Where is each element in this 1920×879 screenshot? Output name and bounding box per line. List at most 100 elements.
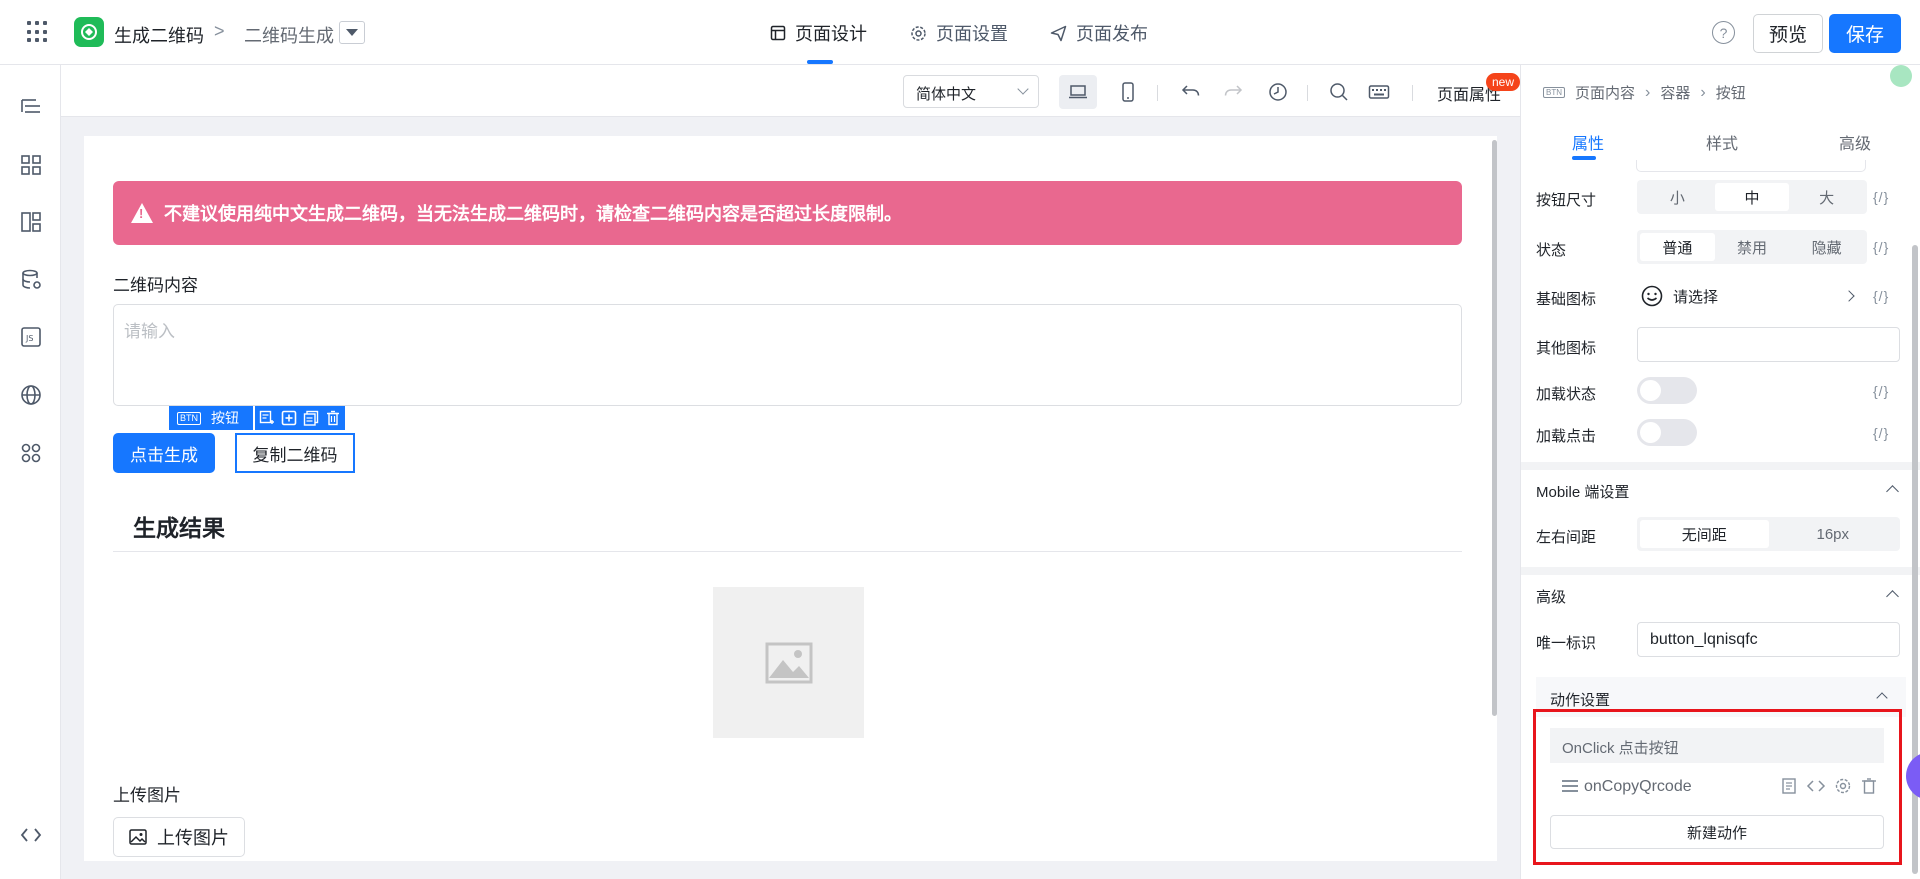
size-option-medium[interactable]: 中 (1714, 183, 1790, 211)
chevron-right-icon (1843, 290, 1855, 302)
tab-style[interactable]: 样式 (1706, 130, 1738, 154)
clipped-field (1636, 160, 1866, 172)
copy-qrcode-button[interactable]: 复制二维码 (235, 433, 355, 473)
size-option-large[interactable]: 大 (1789, 183, 1864, 211)
other-icon-input[interactable] (1637, 327, 1900, 362)
padding-option-none[interactable]: 无间距 (1640, 520, 1769, 548)
desktop-view-button[interactable] (1059, 75, 1097, 109)
delete-icon[interactable] (324, 409, 342, 427)
canvas-scrollbar[interactable] (1492, 140, 1497, 716)
tab-page-settings[interactable]: 页面设置 (910, 20, 1008, 46)
unique-id-input[interactable]: button_lqnisqfc (1637, 622, 1900, 657)
language-select[interactable]: 简体中文 (903, 75, 1039, 108)
page-name[interactable]: 二维码生成 (244, 22, 334, 48)
basic-icon-value: 请选择 (1673, 288, 1719, 306)
js-icon[interactable]: JS (19, 325, 43, 349)
outline-tree-icon[interactable] (19, 95, 43, 119)
tab-label: 页面设置 (936, 24, 1008, 44)
layout-panels-icon[interactable] (19, 210, 43, 234)
divider (1307, 85, 1308, 101)
padding-option-16[interactable]: 16px (1769, 520, 1898, 548)
selection-actions (255, 406, 345, 430)
loading-state-label: 加载状态 (1536, 386, 1597, 403)
undo-icon (1181, 85, 1200, 96)
upload-button-label: 上传图片 (157, 828, 229, 848)
shortcut-button[interactable] (1360, 75, 1398, 109)
expression-toggle[interactable]: {/} (1873, 383, 1889, 399)
size-option-small[interactable]: 小 (1640, 183, 1715, 211)
undo-button[interactable] (1171, 75, 1209, 109)
divider (1157, 85, 1158, 101)
state-label: 状态 (1536, 242, 1567, 259)
mobile-settings-section[interactable]: Mobile 端设置 (1521, 462, 1920, 514)
picture-icon (129, 829, 147, 845)
upload-label: 上传图片 (113, 786, 181, 805)
breadcrumb-item[interactable]: 页面内容 (1575, 82, 1635, 103)
app-grid-icon[interactable] (27, 21, 49, 43)
basic-icon-picker[interactable]: 请选择 (1637, 279, 1867, 313)
expression-toggle[interactable]: {/} (1873, 189, 1889, 205)
button-type-icon: BTN (177, 411, 201, 425)
editor-toolbar: 简体中文 页面属性 new (61, 65, 1521, 117)
component-breadcrumb: BTN 页面内容 › 容器 › 按钮 (1543, 82, 1746, 103)
chevron-down-icon (1017, 83, 1029, 95)
generate-button[interactable]: 点击生成 (113, 433, 215, 473)
upload-image-button[interactable]: 上传图片 (113, 817, 245, 857)
qr-content-input[interactable]: 请输入 (113, 304, 1462, 406)
database-icon[interactable] (19, 268, 43, 292)
state-option-disabled[interactable]: 禁用 (1715, 233, 1790, 261)
section-title: 动作设置 (1550, 692, 1611, 709)
section-title: Mobile 端设置 (1536, 484, 1630, 501)
search-button[interactable] (1320, 75, 1358, 109)
help-icon[interactable]: ? (1712, 21, 1735, 44)
selected-component-tag[interactable]: BTN 按钮 (169, 406, 253, 430)
tab-page-design[interactable]: 页面设计 (770, 20, 867, 46)
tab-properties[interactable]: 属性 (1572, 130, 1604, 154)
advanced-section[interactable]: 高级 (1521, 567, 1920, 619)
tab-advanced[interactable]: 高级 (1839, 130, 1871, 154)
globe-icon[interactable] (19, 383, 43, 407)
expression-toggle[interactable]: {/} (1873, 425, 1889, 441)
state-option-normal[interactable]: 普通 (1640, 233, 1715, 261)
tab-page-publish[interactable]: 页面发布 (1050, 20, 1148, 46)
warning-alert: 不建议使用纯中文生成二维码，当无法生成二维码时，请检查二维码内容是否超过长度限制… (113, 181, 1462, 245)
layout-icon (770, 25, 786, 41)
insert-before-icon[interactable] (258, 409, 276, 427)
expression-toggle[interactable]: {/} (1873, 239, 1889, 255)
phone-icon (1122, 82, 1134, 102)
image-placeholder (713, 587, 864, 738)
breadcrumb-item[interactable]: 按钮 (1716, 82, 1746, 103)
breadcrumb-item[interactable]: 容器 (1660, 82, 1690, 103)
code-icon[interactable] (19, 823, 43, 847)
history-icon (1269, 83, 1287, 101)
chevron-up-icon (1886, 485, 1899, 498)
components-grid-icon[interactable] (19, 153, 43, 177)
history-button[interactable] (1259, 75, 1297, 109)
add-component-icon[interactable] (280, 409, 298, 427)
expression-toggle[interactable]: {/} (1873, 288, 1889, 304)
save-button[interactable]: 保存 (1829, 14, 1901, 53)
result-title: 生成结果 (133, 515, 225, 541)
redo-button[interactable] (1215, 75, 1253, 109)
divider (113, 551, 1462, 552)
preview-button[interactable]: 预览 (1753, 14, 1823, 53)
redo-icon (1224, 85, 1243, 96)
gear-icon (911, 25, 926, 41)
basic-icon-label: 基础图标 (1536, 291, 1597, 308)
loading-state-toggle[interactable] (1637, 377, 1697, 404)
search-icon (1330, 83, 1348, 101)
send-icon (1050, 25, 1067, 41)
button-size-segmented: 小 中 大 (1637, 180, 1867, 214)
state-option-hidden[interactable]: 隐藏 (1789, 233, 1864, 261)
selected-tag-label: 按钮 (211, 410, 239, 426)
divider (1412, 85, 1413, 101)
app-name[interactable]: 生成二维码 (114, 22, 204, 48)
side-padding-label: 左右间距 (1536, 529, 1597, 546)
page-dropdown-button[interactable] (339, 21, 365, 44)
apps-icon[interactable] (19, 441, 43, 465)
copy-icon[interactable] (302, 409, 320, 427)
loading-click-toggle[interactable] (1637, 419, 1697, 446)
breadcrumb-separator: > (214, 21, 225, 41)
mobile-view-button[interactable] (1109, 75, 1147, 109)
svg-text:JS: JS (25, 334, 33, 343)
